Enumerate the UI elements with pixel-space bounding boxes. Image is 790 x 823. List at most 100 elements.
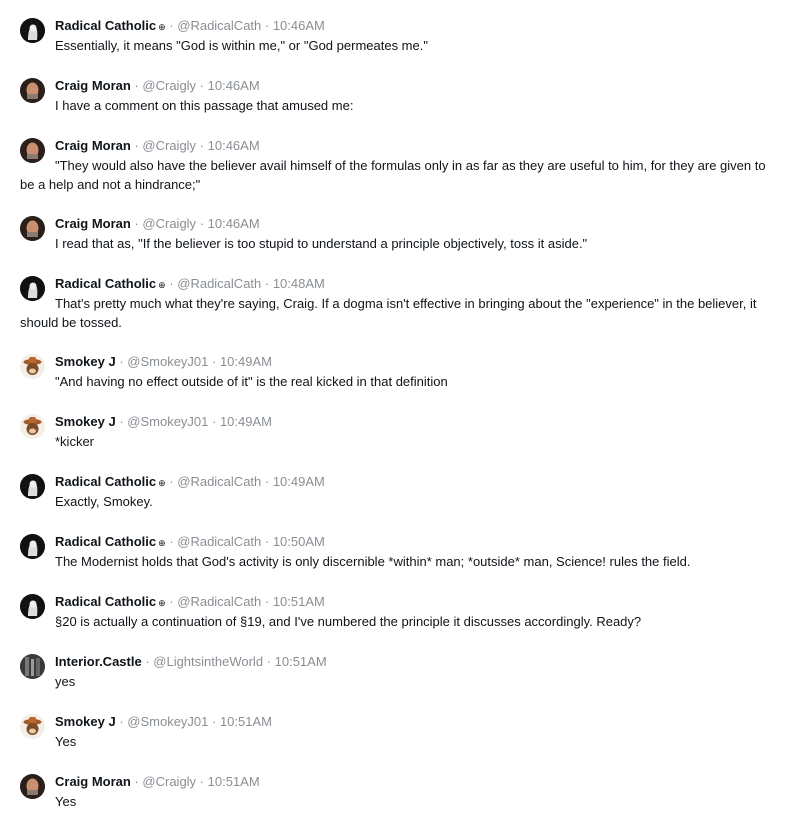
message-text: "They would also have the believer avail…: [20, 158, 766, 192]
separator: ·: [263, 654, 275, 669]
avatar[interactable]: [20, 714, 45, 739]
cross-badge-icon: ⊕: [158, 538, 166, 548]
separator: ·: [261, 276, 273, 291]
author-handle[interactable]: @Craigly: [142, 78, 196, 93]
separator: ·: [165, 474, 178, 489]
timestamp[interactable]: 10:51AM: [220, 714, 272, 729]
separator: ·: [130, 216, 143, 231]
separator: ·: [261, 474, 273, 489]
author-handle[interactable]: @RadicalCath: [177, 474, 261, 489]
message-text: The Modernist holds that God's activity …: [55, 554, 691, 569]
author-handle[interactable]: @SmokeyJ01: [127, 714, 208, 729]
author-name[interactable]: Craig Moran: [55, 216, 131, 231]
separator: ·: [196, 774, 208, 789]
author-handle[interactable]: @RadicalCath: [177, 534, 261, 549]
chat-message: Smokey J · @SmokeyJ01 · 10:49AM *kicker: [0, 412, 790, 451]
timestamp[interactable]: 10:51AM: [273, 594, 325, 609]
timestamp[interactable]: 10:46AM: [208, 138, 260, 153]
author-handle[interactable]: @Craigly: [142, 774, 196, 789]
separator: ·: [208, 414, 220, 429]
author-handle[interactable]: @LightsintheWorld: [153, 654, 263, 669]
timestamp[interactable]: 10:49AM: [220, 414, 272, 429]
separator: ·: [115, 354, 128, 369]
avatar[interactable]: [20, 354, 45, 379]
cross-badge-icon: ⊕: [158, 22, 166, 32]
cross-badge-icon: ⊕: [158, 598, 166, 608]
author-handle[interactable]: @Craigly: [142, 138, 196, 153]
avatar[interactable]: [20, 414, 45, 439]
chat-message: Radical Catholic ⊕ · @RadicalCath · 10:49…: [0, 472, 790, 511]
avatar[interactable]: [20, 18, 45, 43]
separator: ·: [165, 18, 178, 33]
separator: ·: [261, 18, 273, 33]
author-name[interactable]: Craig Moran: [55, 138, 131, 153]
timestamp[interactable]: 10:50AM: [273, 534, 325, 549]
author-name[interactable]: Radical Catholic: [55, 534, 156, 549]
avatar[interactable]: [20, 654, 45, 679]
author-name[interactable]: Radical Catholic: [55, 276, 156, 291]
separator: ·: [130, 774, 143, 789]
timestamp[interactable]: 10:49AM: [273, 474, 325, 489]
chat-message: Radical Catholic ⊕ · @RadicalCath · 10:48…: [0, 274, 790, 332]
message-text: I read that as, "If the believer is too …: [55, 236, 588, 251]
author-handle[interactable]: @SmokeyJ01: [127, 354, 208, 369]
chat-message: Craig Moran · @Craigly · 10:51AM Yes: [0, 772, 790, 811]
timestamp[interactable]: 10:49AM: [220, 354, 272, 369]
cross-badge-icon: ⊕: [158, 280, 166, 290]
timestamp[interactable]: 10:51AM: [275, 654, 327, 669]
chat-message: Radical Catholic ⊕ · @RadicalCath · 10:50…: [0, 532, 790, 571]
cross-badge-icon: ⊕: [158, 478, 166, 488]
timestamp[interactable]: 10:48AM: [273, 276, 325, 291]
separator: ·: [208, 714, 220, 729]
separator: ·: [141, 654, 154, 669]
chat-message: Smokey J · @SmokeyJ01 · 10:51AM Yes: [0, 712, 790, 751]
separator: ·: [165, 534, 178, 549]
message-text: "And having no effect outside of it" is …: [55, 374, 448, 389]
chat-message: Radical Catholic ⊕ · @RadicalCath · 10:51…: [0, 592, 790, 631]
separator: ·: [130, 78, 143, 93]
separator: ·: [261, 594, 273, 609]
author-name[interactable]: Craig Moran: [55, 78, 131, 93]
separator: ·: [165, 276, 178, 291]
avatar[interactable]: [20, 594, 45, 619]
avatar[interactable]: [20, 138, 45, 163]
separator: ·: [261, 534, 273, 549]
timestamp[interactable]: 10:46AM: [208, 216, 260, 231]
separator: ·: [196, 216, 208, 231]
author-handle[interactable]: @SmokeyJ01: [127, 414, 208, 429]
chat-message: Craig Moran · @Craigly · 10:46AM I have …: [0, 76, 790, 115]
author-name[interactable]: Radical Catholic: [55, 594, 156, 609]
author-name[interactable]: Smokey J: [55, 414, 116, 429]
avatar[interactable]: [20, 474, 45, 499]
timestamp[interactable]: 10:51AM: [208, 774, 260, 789]
timestamp[interactable]: 10:46AM: [273, 18, 325, 33]
chat-message: Craig Moran · @Craigly · 10:46AM I read …: [0, 214, 790, 253]
message-text: Essentially, it means "God is within me,…: [55, 38, 428, 53]
chat-message: Craig Moran · @Craigly · 10:46AM "They w…: [0, 136, 790, 194]
author-name[interactable]: Smokey J: [55, 714, 116, 729]
avatar[interactable]: [20, 534, 45, 559]
avatar[interactable]: [20, 216, 45, 241]
avatar[interactable]: [20, 78, 45, 103]
separator: ·: [208, 354, 220, 369]
separator: ·: [115, 414, 128, 429]
separator: ·: [196, 138, 208, 153]
timestamp[interactable]: 10:46AM: [208, 78, 260, 93]
message-text: I have a comment on this passage that am…: [55, 98, 354, 113]
chat-message: Smokey J · @SmokeyJ01 · 10:49AM "And hav…: [0, 352, 790, 391]
author-handle[interactable]: @RadicalCath: [177, 18, 261, 33]
message-text: §20 is actually a continuation of §19, a…: [55, 614, 642, 629]
author-name[interactable]: Smokey J: [55, 354, 116, 369]
author-name[interactable]: Interior.Castle: [55, 654, 142, 669]
author-handle[interactable]: @RadicalCath: [177, 594, 261, 609]
separator: ·: [165, 594, 178, 609]
author-name[interactable]: Radical Catholic: [55, 474, 156, 489]
message-text: That's pretty much what they're saying, …: [20, 296, 757, 330]
author-name[interactable]: Radical Catholic: [55, 18, 156, 33]
author-handle[interactable]: @RadicalCath: [177, 276, 261, 291]
avatar[interactable]: [20, 774, 45, 799]
author-handle[interactable]: @Craigly: [142, 216, 196, 231]
avatar[interactable]: [20, 276, 45, 301]
author-name[interactable]: Craig Moran: [55, 774, 131, 789]
separator: ·: [115, 714, 128, 729]
